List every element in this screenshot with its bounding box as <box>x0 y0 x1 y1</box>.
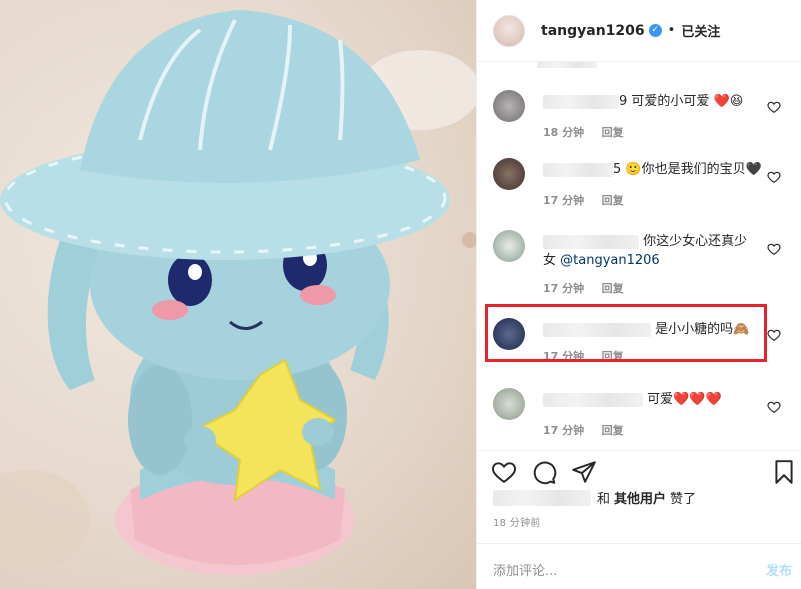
blurred-username[interactable] <box>543 162 613 177</box>
post-action-bar <box>477 450 801 488</box>
separator-dot: • <box>667 23 676 38</box>
add-comment-input[interactable]: 添加评论... <box>493 560 557 579</box>
other-users-link[interactable]: 其他用户 <box>614 488 666 507</box>
like-comment-heart-icon[interactable] <box>767 242 781 256</box>
comment-time: 17 分钟 <box>543 424 585 437</box>
commenter-avatar[interactable] <box>493 90 525 122</box>
comment-time: 18 分钟 <box>543 126 585 139</box>
post-side-panel: tangyan1206 ✓ • 已关注 9 可爱的小可爱 ❤️😆 18 分钟 回… <box>476 0 801 589</box>
comment-meta: 18 分钟 回复 <box>543 124 638 140</box>
liked-text: 赞了 <box>670 492 697 507</box>
like-comment-heart-icon[interactable] <box>767 400 781 414</box>
commenter-avatar[interactable] <box>493 230 525 262</box>
blurred-username[interactable] <box>543 234 639 249</box>
author-avatar[interactable] <box>493 14 525 47</box>
reply-button[interactable]: 回复 <box>602 282 624 295</box>
reply-button[interactable]: 回复 <box>602 194 624 207</box>
cutoff-comment-meta <box>537 62 597 71</box>
comment-meta: 17 分钟 回复 <box>543 192 638 208</box>
comment-meta: 17 分钟 回复 <box>543 422 638 438</box>
likes-summary: 和 其他用户 赞了 <box>493 488 696 507</box>
comment-text: 可爱❤️❤️❤️ <box>543 390 769 409</box>
post-timestamp[interactable]: 18 分钟前 <box>493 514 541 529</box>
like-comment-heart-icon[interactable] <box>767 100 781 114</box>
commenter-avatar[interactable] <box>493 158 525 190</box>
post-image[interactable] <box>0 0 476 589</box>
plush-doll-illustration <box>0 10 476 575</box>
comment-text: 5 🙂你也是我们的宝贝🖤 <box>543 160 769 179</box>
like-comment-heart-icon[interactable] <box>767 170 781 184</box>
like-comment-heart-icon[interactable] <box>767 328 781 342</box>
verified-badge-icon: ✓ <box>648 24 662 37</box>
share-paper-plane-icon[interactable] <box>571 459 597 485</box>
comments-list[interactable]: 9 可爱的小可爱 ❤️😆 18 分钟 回复 5 🙂你也是我们的宝贝🖤 17 分钟… <box>477 62 801 450</box>
comment-time: 17 分钟 <box>543 282 585 295</box>
like-heart-icon[interactable] <box>491 459 517 485</box>
author-username[interactable]: tangyan1206 <box>541 23 645 39</box>
reply-button[interactable]: 回复 <box>602 424 624 437</box>
reply-button[interactable]: 回复 <box>602 126 624 139</box>
comment-time: 17 分钟 <box>543 194 585 207</box>
comment-bubble-icon[interactable] <box>531 459 557 485</box>
comment-meta: 17 分钟 回复 <box>543 280 638 296</box>
likes-and-text: 和 <box>597 492 611 507</box>
blurred-liker-username[interactable] <box>493 489 591 506</box>
save-bookmark-icon[interactable] <box>771 459 797 485</box>
comment-text: 你这少女心还真少 女 @tangyan1206 <box>543 234 748 268</box>
post-comment-button[interactable]: 发布 <box>766 560 792 579</box>
mention-link[interactable]: @tangyan1206 <box>560 253 660 268</box>
comment-text: 9 可爱的小可爱 ❤️😆 <box>543 92 769 111</box>
add-comment-bar: 添加评论... 发布 <box>477 543 801 589</box>
highlight-annotation-box <box>485 304 767 362</box>
blurred-username[interactable] <box>543 94 619 109</box>
post-header: tangyan1206 ✓ • 已关注 <box>477 0 801 62</box>
blurred-username[interactable] <box>543 392 643 407</box>
commenter-avatar[interactable] <box>493 388 525 420</box>
following-button[interactable]: 已关注 <box>681 21 720 40</box>
